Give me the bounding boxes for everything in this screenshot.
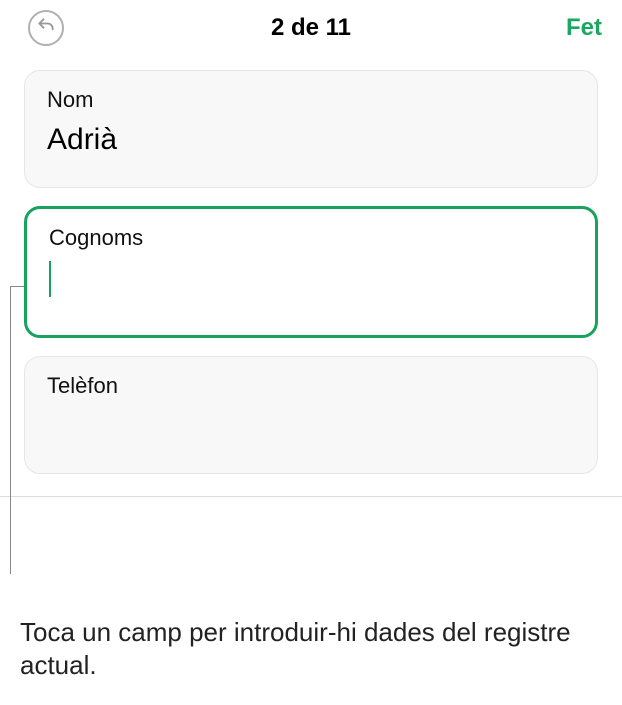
field-value[interactable] [49, 261, 573, 297]
header: 2 de 11 Fet [0, 0, 622, 60]
divider [0, 496, 622, 497]
field-label: Cognoms [49, 225, 573, 251]
annotation-text: Toca un camp per introduir-hi dades del … [20, 616, 622, 681]
undo-icon [36, 16, 56, 41]
field-value[interactable] [47, 409, 575, 445]
done-button[interactable]: Fet [566, 14, 602, 42]
field-telefon[interactable]: Telèfon [24, 356, 598, 474]
back-button[interactable] [28, 10, 64, 46]
field-label: Telèfon [47, 373, 575, 399]
field-cognoms[interactable]: Cognoms [24, 206, 598, 338]
field-label: Nom [47, 87, 575, 113]
callout-tick [10, 286, 24, 287]
field-nom[interactable]: Nom Adrià [24, 70, 598, 188]
field-value[interactable]: Adrià [47, 123, 575, 159]
page-counter: 2 de 11 [271, 14, 351, 42]
text-cursor [49, 261, 51, 297]
form-fields: Nom Adrià Cognoms Telèfon [0, 60, 622, 474]
callout-line [10, 286, 11, 574]
